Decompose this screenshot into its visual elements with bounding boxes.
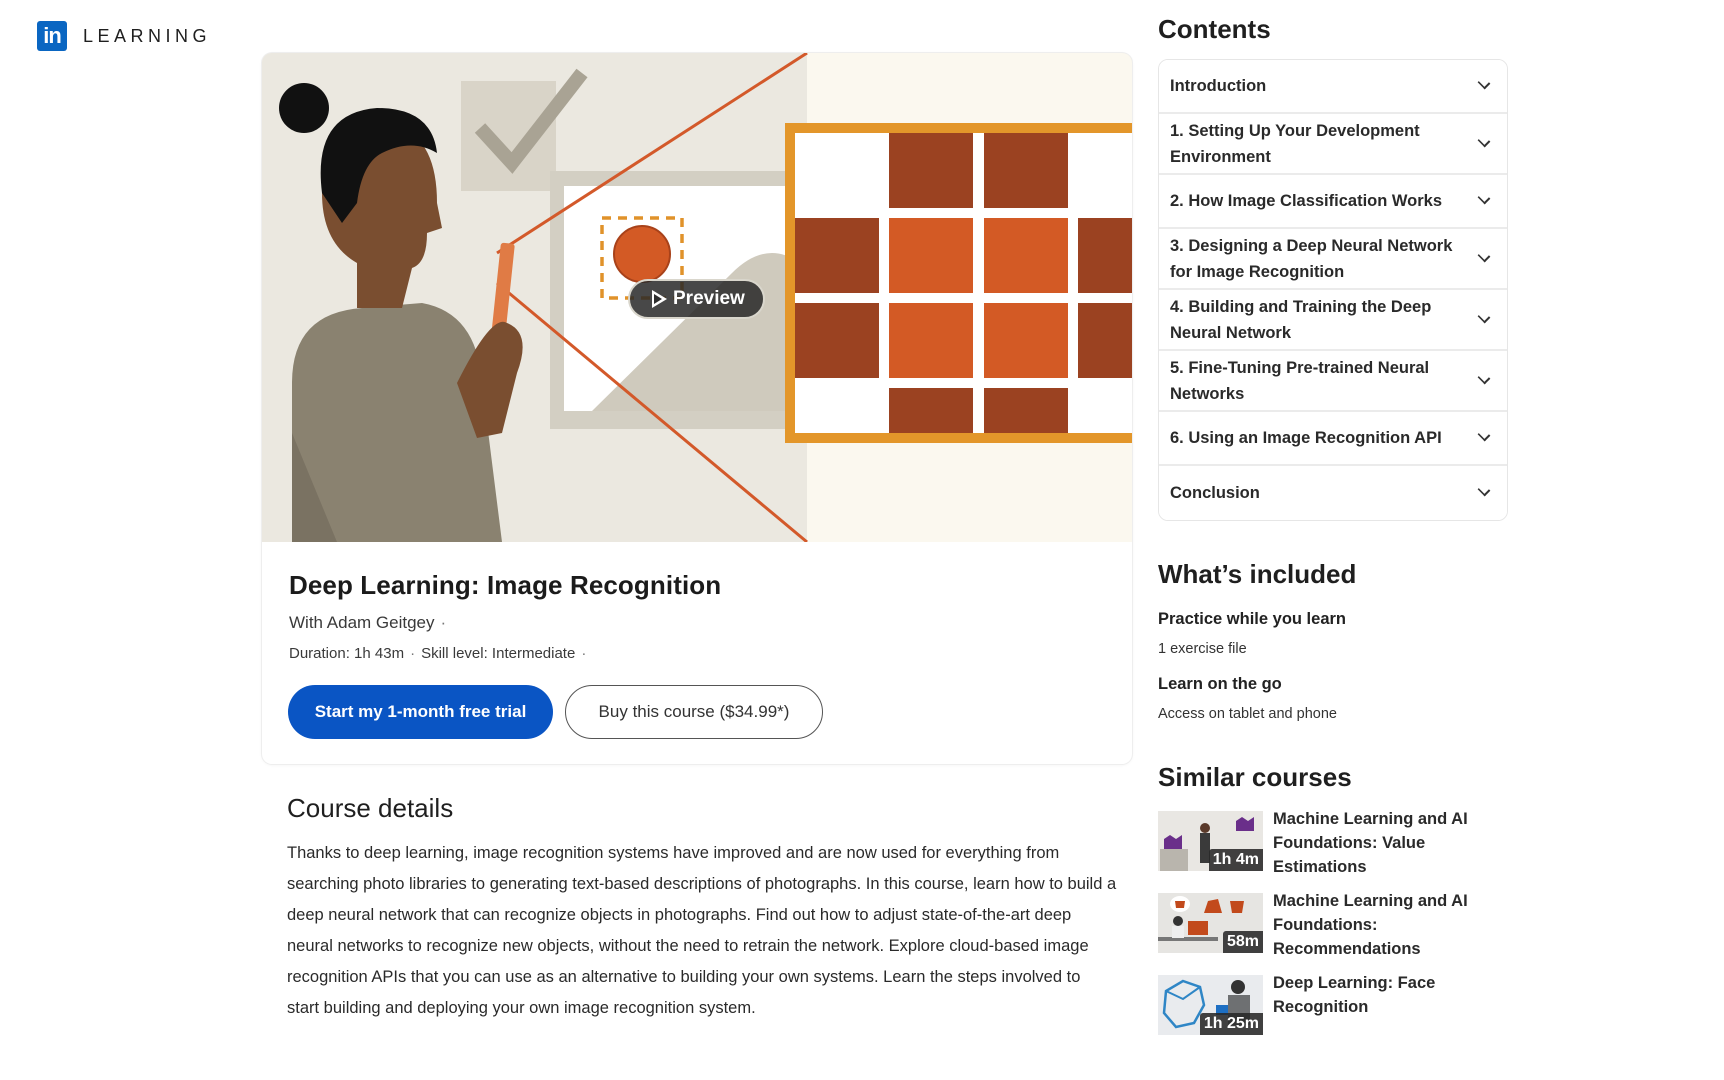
chevron-down-icon	[1477, 76, 1491, 90]
similar-courses-section: Similar courses 1h 4m Machine Learning a…	[1158, 762, 1508, 1035]
free-trial-button[interactable]: Start my 1-month free trial	[288, 685, 553, 739]
toc-item-chapter-6[interactable]: 6. Using an Image Recognition API	[1159, 412, 1507, 466]
course-description: Thanks to deep learning, image recogniti…	[287, 844, 1117, 1017]
similar-course-item[interactable]: 1h 4m Machine Learning and AI Foundation…	[1158, 810, 1508, 879]
similar-courses-heading: Similar courses	[1158, 762, 1352, 792]
similar-course-title: Machine Learning and AI Foundations: Val…	[1273, 810, 1468, 876]
toc-item-chapter-5[interactable]: 5. Fine-Tuning Pre-trained Neural Networ…	[1159, 351, 1507, 412]
duration-badge: 1h 4m	[1208, 849, 1263, 871]
toc-item-chapter-4[interactable]: 4. Building and Training the Deep Neural…	[1159, 290, 1507, 351]
toc-item-chapter-1[interactable]: 1. Setting Up Your Development Environme…	[1159, 114, 1507, 175]
duration-badge: 1h 25m	[1199, 1013, 1263, 1035]
course-duration: Duration: 1h 43m	[289, 645, 405, 662]
preview-label: Preview	[673, 288, 745, 309]
right-sidebar: Contents Introduction 1. Setting Up Your…	[1158, 14, 1508, 1035]
contents-heading: Contents	[1158, 14, 1271, 44]
similar-course-thumbnail: 1h 4m	[1158, 811, 1263, 871]
similar-course-thumbnail: 58m	[1158, 893, 1263, 953]
toc-item-label: 5. Fine-Tuning Pre-trained Neural Networ…	[1170, 358, 1430, 403]
similar-course-title: Machine Learning and AI Foundations: Rec…	[1273, 892, 1468, 958]
chevron-down-icon	[1477, 310, 1491, 323]
course-details-heading: Course details	[287, 793, 454, 823]
author-link[interactable]: With Adam Geitgey	[289, 613, 435, 632]
course-title: Deep Learning: Image Recognition	[289, 570, 722, 600]
chevron-down-icon	[1477, 371, 1491, 384]
chevron-down-icon	[1477, 191, 1491, 205]
logo-text: LEARNING	[83, 25, 212, 46]
toc-item-chapter-2[interactable]: 2. How Image Classification Works	[1159, 175, 1507, 229]
included-item-subtitle: 1 exercise file	[1158, 641, 1247, 657]
toc-item-introduction[interactable]: Introduction	[1159, 60, 1507, 114]
similar-course-item[interactable]: 1h 25m Deep Learning: Face Recognition	[1158, 974, 1508, 1035]
course-thumbnail[interactable]: Preview	[262, 53, 1132, 542]
separator-dot: ·	[440, 613, 447, 632]
chevron-down-icon	[1477, 249, 1491, 262]
play-icon	[652, 290, 667, 308]
chevron-down-icon	[1477, 428, 1491, 442]
contents-list: Introduction 1. Setting Up Your Developm…	[1158, 59, 1508, 521]
separator-dot: ·	[410, 645, 416, 662]
preview-button[interactable]: Preview	[628, 279, 765, 319]
circle-object	[613, 225, 671, 283]
toc-item-label: 3. Designing a Deep Neural Network for I…	[1170, 236, 1453, 281]
toc-item-label: 2. How Image Classification Works	[1170, 192, 1443, 210]
similar-course-item[interactable]: 58m Machine Learning and AI Foundations:…	[1158, 892, 1508, 961]
included-item-title: Practice while you learn	[1158, 610, 1346, 628]
whats-included-heading: What’s included	[1158, 559, 1357, 589]
duration-badge: 58m	[1222, 931, 1263, 953]
included-item-subtitle: Access on tablet and phone	[1158, 706, 1337, 722]
toc-item-chapter-3[interactable]: 3. Designing a Deep Neural Network for I…	[1159, 229, 1507, 290]
linkedin-icon: in	[37, 21, 67, 51]
course-info: Deep Learning: Image Recognition With Ad…	[289, 570, 1109, 662]
included-item-title: Learn on the go	[1158, 675, 1282, 693]
toc-item-label: 6. Using an Image Recognition API	[1170, 429, 1442, 447]
toc-item-label: Conclusion	[1170, 484, 1260, 502]
similar-course-title: Deep Learning: Face Recognition	[1273, 974, 1436, 1016]
chevron-down-icon	[1477, 134, 1491, 147]
course-details-section: Course details Thanks to deep learning, …	[287, 793, 1117, 1024]
buy-course-button[interactable]: Buy this course ($34.99*)	[565, 685, 823, 739]
whats-included-section: What’s included Practice while you learn…	[1158, 559, 1508, 722]
separator-dot: ·	[581, 645, 587, 662]
toc-item-label: Introduction	[1170, 77, 1267, 95]
skill-level: Skill level: Intermediate	[421, 645, 576, 662]
similar-course-thumbnail: 1h 25m	[1158, 975, 1263, 1035]
course-meta: Duration: 1h 43m · Skill level: Intermedia…	[289, 645, 1109, 662]
course-hero-card: Preview Deep Learning: Image Recognition…	[262, 53, 1132, 764]
course-author: With Adam Geitgey ·	[289, 613, 1109, 633]
toc-item-conclusion[interactable]: Conclusion	[1159, 466, 1507, 520]
cta-buttons: Start my 1-month free trial Buy this cou…	[288, 685, 823, 739]
toc-item-label: 4. Building and Training the Deep Neural…	[1170, 297, 1432, 342]
toc-item-label: 1. Setting Up Your Development Environme…	[1170, 121, 1420, 166]
linkedin-learning-logo[interactable]: in LEARNING	[37, 21, 211, 51]
chevron-down-icon	[1477, 483, 1491, 497]
